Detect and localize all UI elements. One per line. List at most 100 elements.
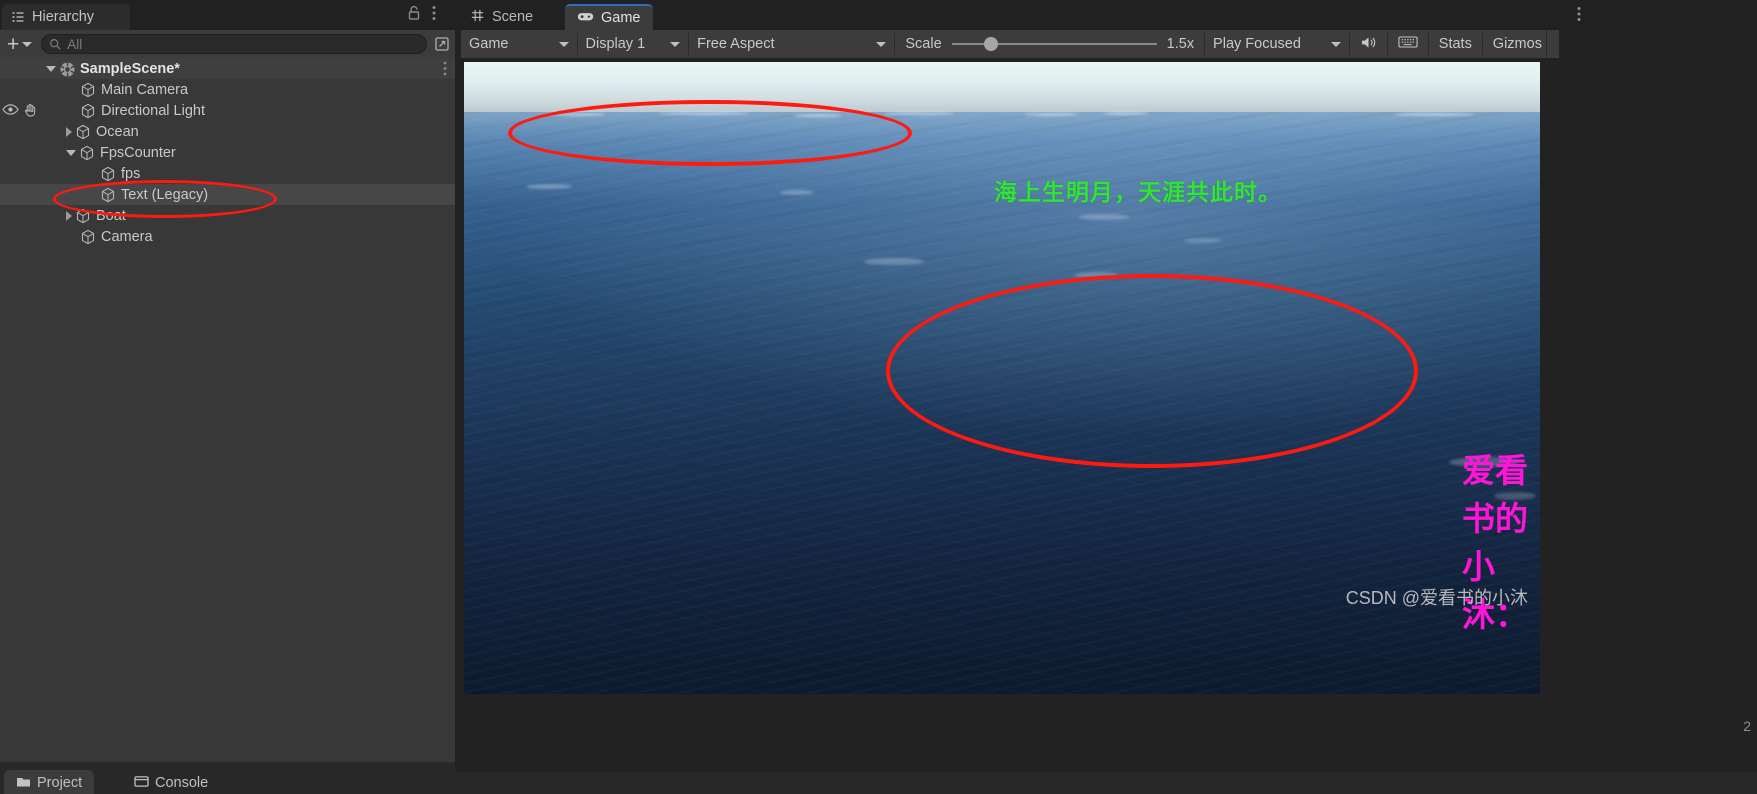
hierarchy-row-samplescene[interactable]: SampleScene* [0,58,455,79]
twisty-down-icon[interactable] [46,65,56,72]
gameobject-icon [80,229,96,245]
hierarchy-row-label: Camera [101,228,153,245]
scale-value: 1.5x [1166,36,1195,52]
hierarchy-row-label: SampleScene* [80,60,180,77]
display-value: Display 1 [585,36,646,52]
create-gameobject-button[interactable]: + [0,33,37,55]
hierarchy-row-directional-light[interactable]: Directional Light [0,100,455,121]
chevron-down-icon [558,41,569,47]
twisty-right-icon[interactable] [66,210,72,221]
stats-button[interactable]: Stats [1429,30,1482,58]
speaker-icon [1360,35,1377,54]
bottom-tabbar: Project Console [0,762,455,794]
hierarchy-row-label: Text (Legacy) [121,186,209,203]
twisty-down-icon[interactable] [66,149,76,156]
game-panel-bottom-strip [455,772,1757,794]
hierarchy-toolbar: + All [0,30,455,58]
overlay-poem-text: 海上生明月，天涯共此时。 [994,179,1282,205]
scale-slider[interactable] [951,30,1157,58]
tab-scene-label: Scene [492,9,534,25]
hierarchy-row-label: Main Camera [101,81,189,98]
keyboard-icon [1398,35,1418,53]
hierarchy-row-label: Directional Light [101,102,205,119]
tab-hierarchy[interactable]: Hierarchy [2,4,130,30]
hierarchy-row-camera[interactable]: Camera [0,226,455,247]
play-mode-value: Play Focused [1213,36,1301,52]
folder-icon [16,775,31,792]
tab-game[interactable]: Game [565,4,653,30]
hierarchy-search-box[interactable]: All [41,34,427,54]
gizmos-dropdown[interactable] [1545,30,1559,58]
tab-game-label: Game [601,10,641,26]
tab-project-label: Project [37,775,83,791]
gameobject-icon [79,145,95,161]
slider-knob[interactable] [984,37,999,51]
aspect-value: Free Aspect [697,36,775,52]
twisty-right-icon[interactable] [66,126,72,137]
tab-hierarchy-label: Hierarchy [32,9,95,25]
hierarchy-tree[interactable]: SampleScene* Main Camera Directional Light… [0,58,455,762]
hierarchy-row-boat[interactable]: Boat [0,205,455,226]
mute-audio-button[interactable] [1350,30,1387,58]
hierarchy-row-fpscounter[interactable]: FpsCounter [0,142,455,163]
gameobject-icon [100,187,116,203]
lock-icon[interactable] [407,5,423,23]
tab-console-label: Console [155,775,209,791]
kebab-menu-icon[interactable] [1577,6,1581,27]
hierarchy-row-label: Boat [96,207,126,224]
hierarchy-row-fps[interactable]: fps [0,163,455,184]
chevron-down-icon [1330,41,1341,47]
sky-backdrop [464,62,1540,116]
view-mode-dropdown[interactable]: Game [461,30,577,58]
row-visibility-icons [2,103,38,121]
kebab-menu-icon[interactable] [432,5,448,23]
gameobject-icon [80,103,96,119]
console-icon [134,775,149,792]
gameobject-icon [75,124,91,140]
twisty-placeholder [86,189,97,200]
gizmos-label: Gizmos [1492,36,1542,52]
corner-page-number: 2 [1743,718,1751,734]
hierarchy-tabbar: Hierarchy [0,0,455,30]
play-mode-dropdown[interactable]: Play Focused [1205,30,1349,58]
hierarchy-row-label: FpsCounter [100,144,176,161]
chevron-down-icon [876,41,887,47]
hierarchy-panel: Hierarchy + All SampleScene* Main Camera… [0,0,455,794]
eye-icon[interactable] [2,103,19,121]
search-icon [49,38,62,51]
view-mode-value: Game [469,36,509,52]
twisty-placeholder [66,231,77,242]
scene-grid-icon [470,8,485,27]
hierarchy-row-main-camera[interactable]: Main Camera [0,79,455,100]
chevron-down-icon [670,41,681,47]
gizmos-button[interactable]: Gizmos [1483,30,1546,58]
display-dropdown[interactable]: Display 1 [578,30,689,58]
hierarchy-row-label: Ocean [96,123,139,140]
twisty-placeholder [66,84,77,95]
enter-playmode-stats-button[interactable] [1388,30,1428,58]
game-panel-tabbar: Scene Game [455,0,1757,30]
aspect-dropdown[interactable]: Free Aspect [689,30,894,58]
scale-control[interactable]: Scale 1.5x [895,30,1204,58]
scale-label: Scale [905,36,942,52]
hand-pick-icon[interactable] [23,103,38,121]
tab-scene[interactable]: Scene [458,4,545,30]
chevron-down-icon [22,41,33,47]
gameobject-icon [75,208,91,224]
gameobject-icon [100,166,116,182]
tab-console[interactable]: Console [122,770,220,794]
tab-project[interactable]: Project [4,770,95,794]
hierarchy-header-icons [407,5,448,23]
kebab-menu-icon[interactable] [443,61,447,80]
stats-label: Stats [1438,36,1472,52]
twisty-placeholder [86,168,97,179]
unity-editor-window: Scene Game Game Display 1 Free Aspect Sc… [0,0,1757,794]
hierarchy-row-text-legacy[interactable]: Text (Legacy) [0,184,455,205]
game-render-view[interactable]: 海上生明月，天涯共此时。 爱看书的小沐： 26 FPS CSDN @爱看书的小沐 [464,62,1540,694]
hierarchy-row-label: fps [121,165,141,182]
scene-icon [59,61,75,77]
object-picker-icon[interactable] [429,33,455,55]
gameobject-icon [80,82,96,98]
hierarchy-search-input[interactable]: All [67,37,82,52]
hierarchy-row-ocean[interactable]: Ocean [0,121,455,142]
